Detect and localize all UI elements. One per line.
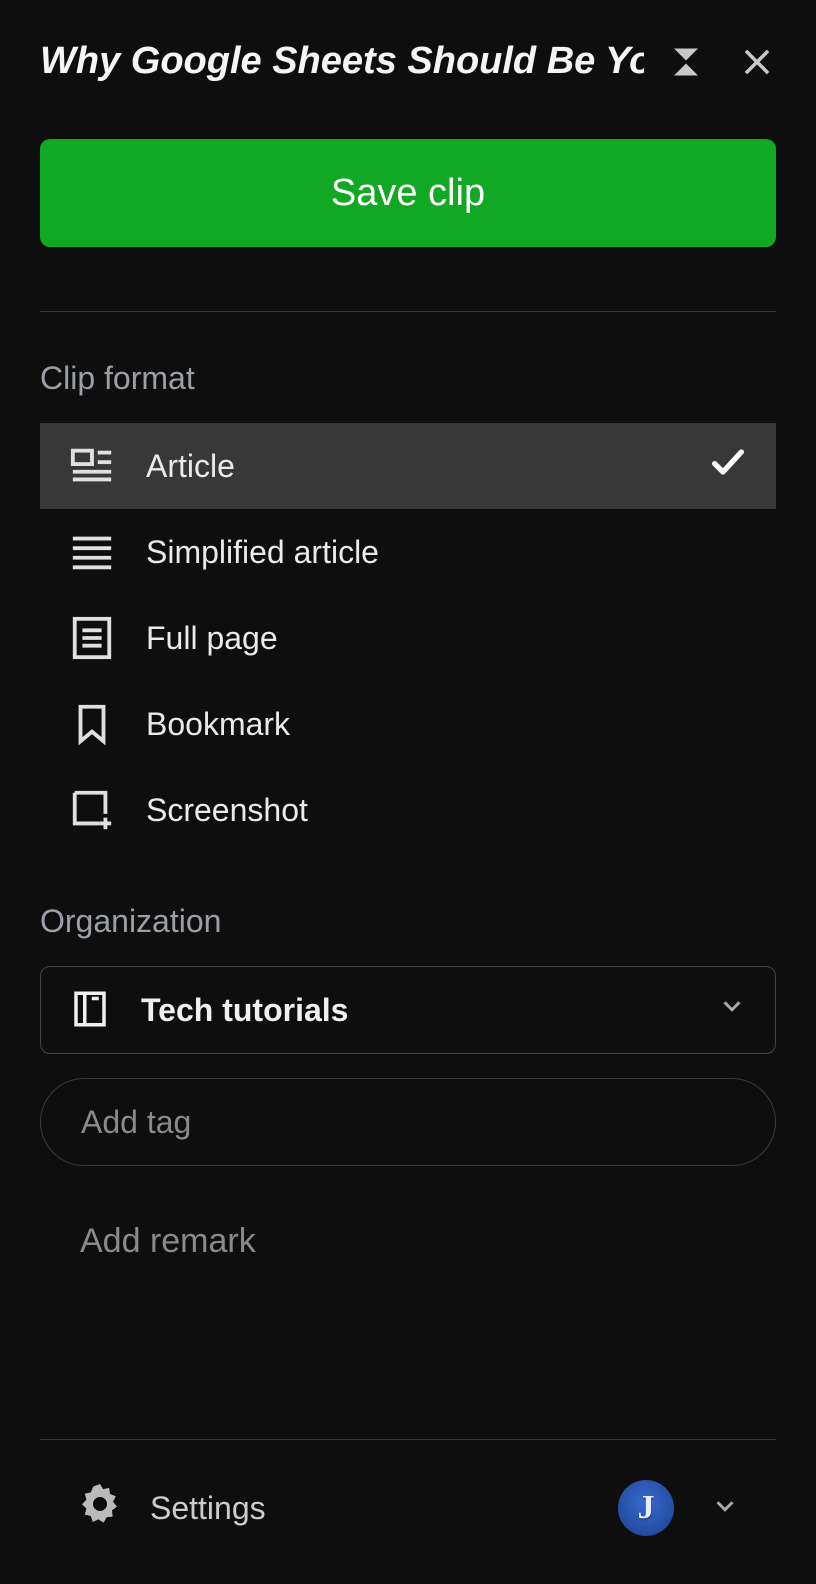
avatar[interactable]: J (618, 1480, 674, 1536)
hourglass-icon[interactable] (668, 44, 704, 80)
clip-format-list: Article Simplified article (40, 423, 776, 853)
format-bookmark[interactable]: Bookmark (40, 681, 776, 767)
format-label: Simplified article (146, 534, 748, 571)
bookmark-icon (68, 700, 116, 748)
format-label: Screenshot (146, 792, 748, 829)
format-full-page[interactable]: Full page (40, 595, 776, 681)
clip-format-label: Clip format (40, 360, 776, 397)
tag-input[interactable] (81, 1104, 735, 1141)
account-chevron-down-icon[interactable] (710, 1491, 740, 1526)
format-label: Full page (146, 620, 748, 657)
format-simplified-article[interactable]: Simplified article (40, 509, 776, 595)
screenshot-icon (68, 786, 116, 834)
format-article[interactable]: Article (40, 423, 776, 509)
close-icon[interactable] (738, 43, 776, 81)
header-actions (668, 43, 776, 81)
save-clip-button[interactable]: Save clip (40, 139, 776, 247)
notebook-name: Tech tutorials (141, 992, 717, 1029)
simplified-article-icon (68, 528, 116, 576)
header: Why Google Sheets Should Be Yo (40, 40, 776, 83)
format-label: Article (146, 448, 708, 485)
format-label: Bookmark (146, 706, 748, 743)
clipper-panel: Why Google Sheets Should Be Yo Save clip… (0, 0, 816, 1584)
settings-button[interactable]: Settings (76, 1480, 266, 1536)
footer: Settings J (40, 1439, 776, 1584)
article-icon (68, 442, 116, 490)
notebook-icon (69, 988, 113, 1032)
page-title: Why Google Sheets Should Be Yo (40, 40, 644, 83)
organization-label: Organization (40, 903, 776, 940)
chevron-down-icon (717, 991, 747, 1029)
settings-label: Settings (150, 1490, 266, 1527)
gear-icon (76, 1480, 124, 1536)
organization-section: Organization Tech tutorials Add remark (40, 903, 776, 1261)
full-page-icon (68, 614, 116, 662)
check-icon (708, 442, 748, 490)
notebook-select[interactable]: Tech tutorials (40, 966, 776, 1054)
add-remark-button[interactable]: Add remark (40, 1222, 296, 1261)
footer-right: J (618, 1480, 740, 1536)
tag-input-wrap (40, 1078, 776, 1166)
divider (40, 311, 776, 312)
format-screenshot[interactable]: Screenshot (40, 767, 776, 853)
